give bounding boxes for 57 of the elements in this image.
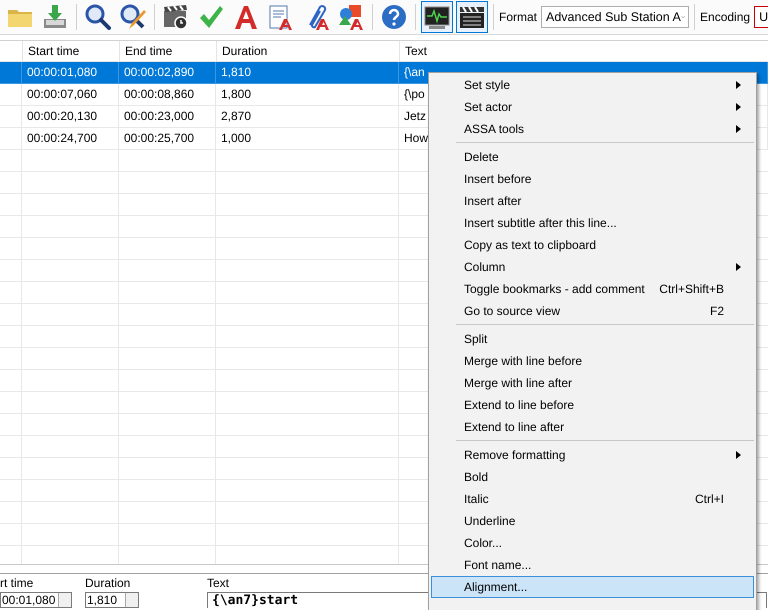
menu-item-label: Merge with line after bbox=[464, 376, 574, 390]
table-cell: 00:00:01,080 bbox=[22, 62, 119, 84]
start-time-label: rt time bbox=[0, 577, 34, 590]
table-cell: 00:00:20,130 bbox=[22, 106, 119, 128]
toolbar-button[interactable] bbox=[456, 1, 488, 33]
format-dropdown[interactable]: Advanced Sub Station A bbox=[541, 6, 690, 28]
menu-item-label: Insert subtitle after this line... bbox=[464, 216, 618, 230]
table-cell: 00:00:07,060 bbox=[22, 84, 119, 106]
table-cell: 1,000 bbox=[216, 128, 399, 150]
duration-label: Duration bbox=[85, 577, 130, 590]
shortcut-label: Ctrl+Shift+B bbox=[659, 282, 724, 296]
table-cell: 00:00:23,000 bbox=[119, 106, 216, 128]
shortcut-label: F2 bbox=[710, 304, 724, 318]
table-cell: 2,870 bbox=[216, 106, 399, 128]
text-label: Text bbox=[207, 577, 230, 590]
table-cell: 00:00:25,700 bbox=[119, 128, 216, 150]
search-icon bbox=[84, 3, 112, 31]
chevron-icon bbox=[680, 14, 686, 20]
encoding-label: Encoding bbox=[700, 10, 750, 24]
shortcut-label: Ctrl+I bbox=[694, 492, 724, 506]
menu-item-label: Copy as text to clipboard bbox=[464, 238, 598, 252]
duration-field[interactable]: 1,810 bbox=[85, 592, 139, 608]
shapes-font-icon bbox=[337, 3, 365, 31]
help-icon bbox=[380, 3, 408, 31]
menu-item-label: Font name... bbox=[464, 558, 532, 572]
table-cell: 00:00:08,860 bbox=[119, 84, 216, 106]
font-icon bbox=[232, 3, 260, 31]
menu-item-label: Insert before bbox=[464, 172, 532, 186]
menu-item-label: Bold bbox=[464, 470, 490, 484]
film-clock-icon bbox=[162, 3, 190, 31]
toolbar-button[interactable] bbox=[421, 1, 453, 33]
menu-item-label: Split bbox=[464, 332, 488, 346]
row-header-cell[interactable] bbox=[0, 62, 22, 84]
table-cell: 1,810 bbox=[216, 62, 399, 84]
document-font-icon bbox=[267, 3, 295, 31]
menu-item-label: Alignment... bbox=[464, 580, 528, 594]
menu-item-label: Extend to line before bbox=[464, 398, 576, 412]
menu-item-label: Color... bbox=[464, 536, 504, 550]
menu-item-label: Insert after bbox=[464, 194, 522, 208]
table-cell: 1,800 bbox=[216, 84, 399, 106]
menu-item-label: Underline bbox=[464, 514, 516, 528]
start-time-field[interactable]: 00:01,080 bbox=[0, 592, 72, 608]
menu-item-label: Delete bbox=[464, 150, 500, 164]
table-cell: 00:00:02,890 bbox=[119, 62, 216, 84]
menu-item-label: Italic bbox=[464, 492, 490, 506]
format-label: Format bbox=[499, 10, 538, 24]
menu-item-label: Remove formatting bbox=[464, 448, 566, 462]
search-pencil-icon bbox=[119, 3, 147, 31]
menu-item-label: Merge with line before bbox=[464, 354, 584, 368]
menu-item-label: Toggle bookmarks - add comment bbox=[464, 282, 646, 296]
menu-item[interactable]: Alignment... bbox=[431, 576, 754, 598]
menu-item-label: Column bbox=[464, 260, 506, 274]
encoding-dropdown[interactable]: U bbox=[754, 6, 768, 28]
table-cell: 00:00:24,700 bbox=[22, 128, 119, 150]
menu-item-label: Go to source view bbox=[464, 304, 562, 318]
download-icon bbox=[41, 3, 69, 31]
menu-item-label: Extend to line after bbox=[464, 420, 566, 434]
